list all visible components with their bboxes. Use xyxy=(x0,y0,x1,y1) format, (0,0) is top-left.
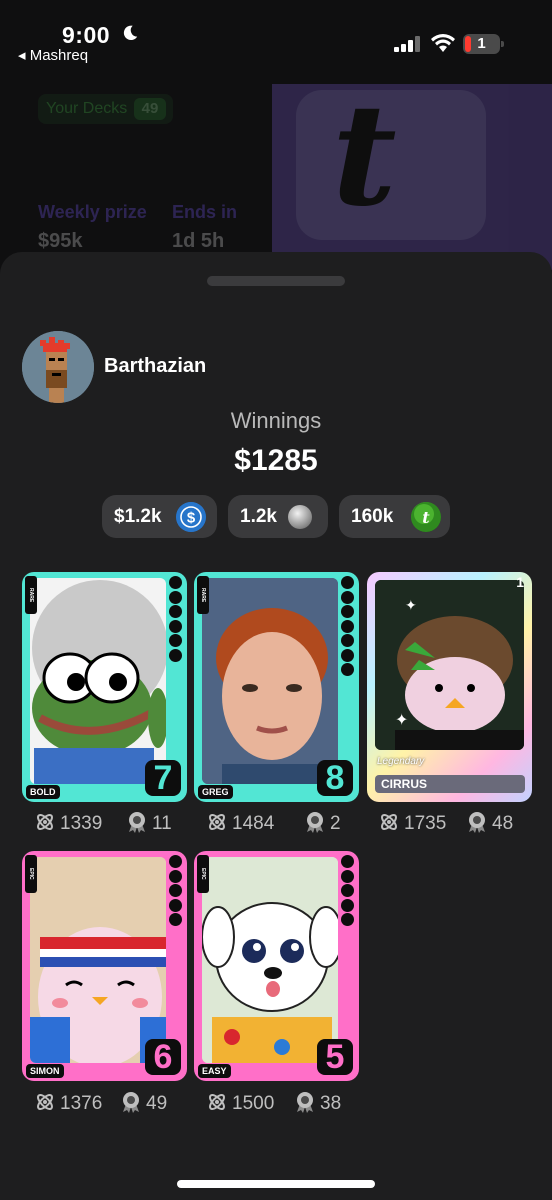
atom-icon xyxy=(37,814,53,830)
score-value: 1500 xyxy=(232,1093,275,1114)
card-rarity-label: RARE xyxy=(25,576,37,614)
card-level-rail xyxy=(169,576,183,676)
card-medals-easy: 38 xyxy=(294,1091,341,1115)
card-score-easy: 1500 xyxy=(206,1091,274,1115)
status-bar: 9:00 ◂ Mashreq 1 xyxy=(0,0,552,70)
player-card-easy[interactable]: EPIC 5 EASY xyxy=(194,851,359,1081)
card-name: CIRRUS xyxy=(375,775,525,793)
usdc-balance-value: $1.2k xyxy=(114,506,162,527)
card-score-greg: 1484 xyxy=(206,811,274,835)
atom-icon xyxy=(209,1094,225,1110)
player-card-greg[interactable]: RARE 8 GREG xyxy=(194,572,359,802)
svg-text:✦: ✦ xyxy=(395,712,408,729)
usdc-coin-icon: $ xyxy=(176,502,206,532)
card-name: SIMON xyxy=(26,1064,64,1078)
card-rarity-label: Legendary xyxy=(377,756,425,767)
card-level: 6 xyxy=(145,1039,181,1075)
card-name: BOLD xyxy=(26,785,60,799)
card-score-bold: 1339 xyxy=(34,811,102,835)
moon-icon xyxy=(123,25,138,41)
medals-value: 38 xyxy=(320,1093,342,1114)
card-level-rail xyxy=(341,855,355,955)
status-time: 9:00 xyxy=(62,22,111,48)
score-value: 1376 xyxy=(60,1093,103,1114)
wifi-icon xyxy=(431,34,455,52)
card-level: 1 xyxy=(516,574,524,590)
battery-icon: 1 xyxy=(463,34,505,54)
player-card-bold[interactable]: RARE 7 BOLD xyxy=(22,572,187,802)
medal-icon xyxy=(297,1092,313,1113)
atom-icon xyxy=(209,814,225,830)
score-value: 1484 xyxy=(232,813,275,834)
card-art-frog xyxy=(30,578,166,784)
svg-text:$: $ xyxy=(187,510,196,527)
cellular-signal-icon xyxy=(394,36,420,52)
weekly-prize-value: $95k xyxy=(38,230,83,252)
card-art-greg xyxy=(202,578,338,784)
winnings-value: $1285 xyxy=(234,444,318,477)
silver-balance-value: 1.2k xyxy=(240,506,277,527)
atom-icon xyxy=(37,1094,53,1110)
medals-value: 48 xyxy=(492,813,514,834)
avatar[interactable] xyxy=(22,331,94,403)
card-rarity-label: EPIC xyxy=(25,855,37,893)
weekly-prize-label: Weekly prize xyxy=(38,202,147,222)
card-level-rail xyxy=(341,576,355,676)
sheet-grabber[interactable] xyxy=(207,276,345,286)
score-value: 1735 xyxy=(404,813,447,834)
medals-value: 49 xyxy=(146,1093,168,1114)
medal-icon xyxy=(307,812,323,833)
medal-icon xyxy=(469,812,485,833)
medal-icon xyxy=(129,812,145,833)
player-card-cirrus[interactable]: ✦ ✦ 1 Legendary CIRRUS xyxy=(367,572,532,802)
card-rarity-label: EPIC xyxy=(197,855,209,893)
ends-in-label: Ends in xyxy=(172,202,238,222)
card-level: 8 xyxy=(317,760,353,796)
card-art-dog xyxy=(202,857,338,1063)
card-art-penguin: ✦ ✦ xyxy=(375,580,524,750)
your-decks-count: 49 xyxy=(134,98,166,120)
card-score-simon: 1376 xyxy=(34,1091,102,1115)
silver-balance-chip[interactable]: 1.2k xyxy=(228,495,328,538)
card-level: 7 xyxy=(145,760,181,796)
green-token-icon: t xyxy=(411,502,441,532)
usdc-balance-chip[interactable]: $1.2k $ xyxy=(102,495,217,538)
silver-coin-icon xyxy=(288,505,312,529)
token-balance-chip[interactable]: 160k t xyxy=(339,495,450,538)
your-decks-label: Your Decks xyxy=(46,100,128,117)
winnings-label: Winnings xyxy=(230,408,322,433)
ends-in-value: 1d 5h xyxy=(172,230,225,252)
token-balance-value: 160k xyxy=(351,506,394,527)
medals-value: 11 xyxy=(152,813,172,834)
card-score-cirrus: 1735 xyxy=(378,811,446,835)
medals-value: 2 xyxy=(330,813,341,834)
card-medals-greg: 2 xyxy=(304,811,341,835)
back-to-app-link[interactable]: ◂ Mashreq xyxy=(18,46,88,64)
username[interactable]: Barthazian xyxy=(104,355,206,378)
medal-icon xyxy=(123,1092,139,1113)
card-name: GREG xyxy=(198,785,233,799)
card-art-penguin-headband xyxy=(30,857,166,1063)
card-medals-simon: 49 xyxy=(120,1091,167,1115)
card-name: EASY xyxy=(198,1064,231,1078)
logo-letter-icon: t xyxy=(332,74,397,238)
score-value: 1339 xyxy=(60,813,103,834)
home-indicator[interactable] xyxy=(177,1180,375,1188)
svg-text:✦: ✦ xyxy=(405,597,417,613)
player-card-simon[interactable]: EPIC 6 SIMON xyxy=(22,851,187,1081)
pixel-punk-avatar-icon xyxy=(22,331,94,403)
battery-level: 1 xyxy=(477,35,486,52)
card-level: 5 xyxy=(317,1039,353,1075)
atom-icon xyxy=(381,814,397,830)
card-medals-bold: 11 xyxy=(126,811,172,835)
card-level-rail xyxy=(169,855,183,955)
your-decks-pill: Your Decks 49 xyxy=(38,94,173,124)
card-medals-cirrus: 48 xyxy=(466,811,513,835)
card-rarity-label: RARE xyxy=(197,576,209,614)
background-app: Your Decks 49 Weekly prize Ends in $95k … xyxy=(0,70,552,270)
svg-text:t: t xyxy=(422,508,430,527)
app-logo-banner: t xyxy=(272,74,552,270)
